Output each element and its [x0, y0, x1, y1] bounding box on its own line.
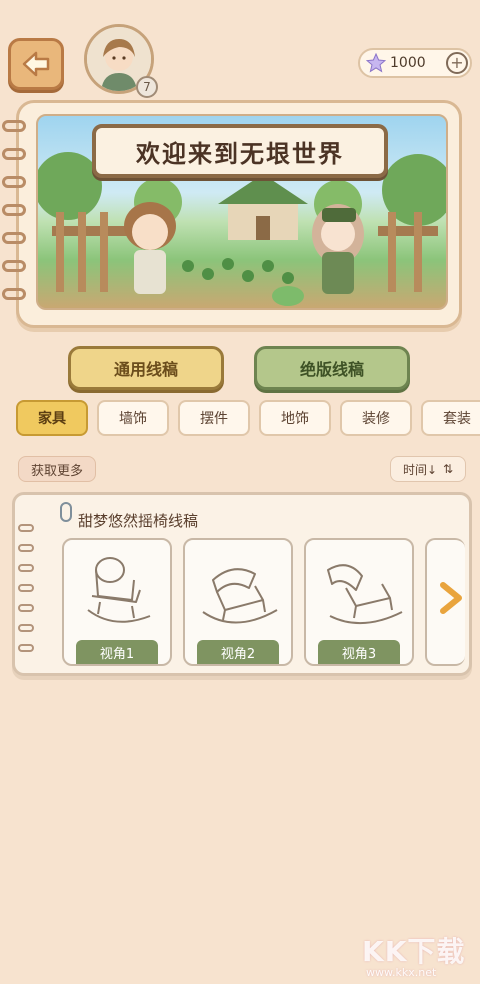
view-label-1: 视角1	[76, 640, 158, 664]
tab-furniture[interactable]: 家具	[16, 400, 88, 436]
view-card-1[interactable]: 视角1	[62, 538, 172, 666]
tab-sets[interactable]: 套装	[421, 400, 480, 436]
banner-title: 欢迎来到无垠世界	[136, 139, 344, 168]
back-arrow-icon	[22, 51, 50, 77]
ring-icon	[2, 260, 26, 272]
ring-icon	[18, 564, 34, 572]
next-view-button[interactable]	[436, 580, 466, 616]
view-label-2: 视角2	[197, 640, 279, 664]
add-currency-button[interactable]: +	[446, 52, 468, 74]
ring-icon	[18, 604, 34, 612]
ring-icon	[2, 232, 26, 244]
sort-label: 时间↓	[402, 462, 437, 477]
view-card-2[interactable]: 视角2	[183, 538, 293, 666]
view-card-3[interactable]: 视角3	[304, 538, 414, 666]
tab-ornaments[interactable]: 摆件	[178, 400, 250, 436]
star-gem-icon	[366, 53, 386, 73]
sort-button[interactable]: 时间↓ ⇅	[390, 456, 466, 482]
category-tabs: 家具 墙饰 摆件 地饰 装修 套装	[16, 400, 480, 438]
view-label-3: 视角3	[318, 640, 400, 664]
level-badge: 7	[136, 76, 158, 98]
watermark-url: www.kkx.net	[366, 966, 437, 979]
ring-icon	[18, 584, 34, 592]
paperclip-icon	[60, 502, 72, 522]
ring-icon	[2, 120, 26, 132]
general-sketch-button[interactable]: 通用线稿	[68, 346, 224, 390]
ring-icon	[2, 204, 26, 216]
ring-icon	[18, 524, 34, 532]
ring-icon	[18, 544, 34, 552]
item-title: 甜梦悠然摇椅线稿	[78, 512, 199, 530]
back-button[interactable]	[8, 38, 64, 90]
ring-icon	[2, 176, 26, 188]
get-more-button[interactable]: 获取更多	[18, 456, 96, 482]
tab-renovation[interactable]: 装修	[340, 400, 412, 436]
ring-icon	[18, 644, 34, 652]
rocking-chair-sketch-icon	[202, 568, 278, 624]
sort-icon: ⇅	[443, 462, 454, 476]
ring-icon	[18, 624, 34, 632]
ring-icon	[2, 288, 26, 300]
chevron-right-icon	[440, 582, 462, 614]
ring-icon	[2, 148, 26, 160]
limited-sketch-button[interactable]: 绝版线稿	[254, 346, 410, 390]
rocking-chair-sketch-icon	[327, 564, 403, 625]
rocking-chair-sketch-icon	[87, 557, 151, 623]
tab-wall-decor[interactable]: 墙饰	[97, 400, 169, 436]
currency-display: 1000 +	[358, 48, 472, 78]
notebook-rings	[0, 110, 30, 310]
tab-floor-decor[interactable]: 地饰	[259, 400, 331, 436]
currency-amount: 1000	[390, 55, 426, 71]
panel-rings	[12, 520, 38, 670]
banner-title-plate: 欢迎来到无垠世界	[92, 124, 388, 178]
watermark-brand: KK下载	[362, 935, 466, 968]
